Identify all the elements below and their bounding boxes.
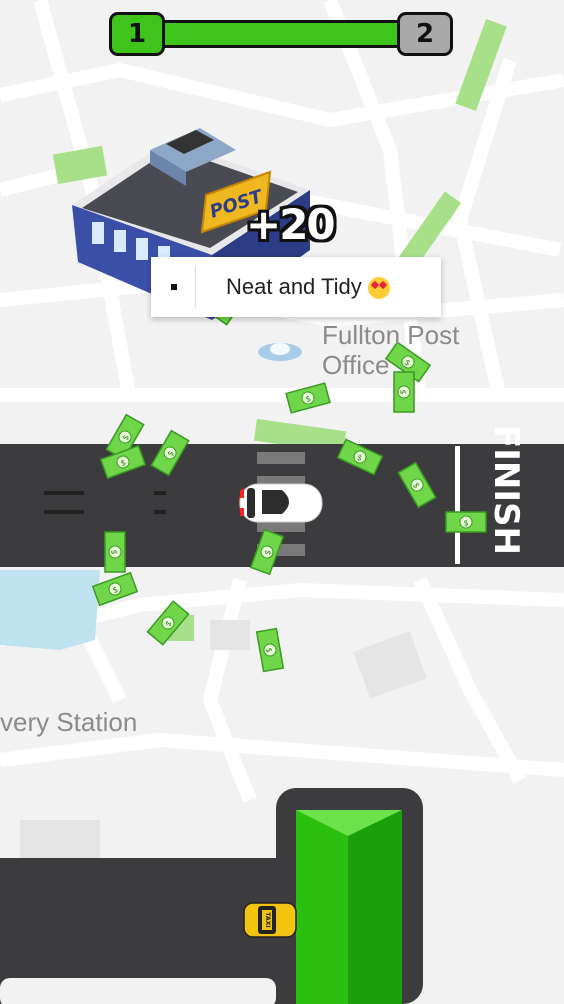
post-office-label-line2: Office [322,350,390,380]
cash-bill: $ [285,382,331,414]
next-level-badge: 2 [397,12,453,56]
post-office-label: Fullton Post Office [322,320,459,380]
green-block-side [348,810,402,1004]
station-label: very Station [0,707,138,737]
svg-text:$: $ [110,549,119,554]
svg-text:TAXI: TAXI [264,912,271,927]
lane-mark [154,491,166,495]
lane-mark [44,491,84,495]
street-network [0,0,564,803]
game-map: FINISH TAXI POST $$$$$$ $$$$$$$$ [0,0,564,1004]
svg-text:$: $ [399,389,408,394]
cash-bill: $ [445,511,487,533]
post-office-label-line1: Fullton Post [322,320,460,350]
lane-mark [44,510,84,514]
progress-fill [160,20,402,48]
water-area [0,570,100,650]
player-car [239,483,323,523]
finish-label: FINISH [486,425,526,555]
sidewalk [0,978,276,1004]
heart-eyes-emoji-icon [367,277,390,300]
current-level-badge: 1 [109,12,165,56]
review-toast: Neat and Tidy [151,257,441,317]
cash-bill: $ [255,627,285,673]
toast-message: Neat and Tidy [226,274,362,299]
park-area [52,145,108,185]
divider [195,266,196,308]
taxi-car: TAXI [243,902,297,938]
finish-line [455,446,460,564]
svg-text:$: $ [463,519,468,528]
cash-bill: $ [104,531,126,573]
level-progress-bar: 1 2 [0,0,564,70]
lane-mark [154,510,166,514]
bonus-popup: +20 [246,200,336,249]
bullet-icon [171,284,177,290]
